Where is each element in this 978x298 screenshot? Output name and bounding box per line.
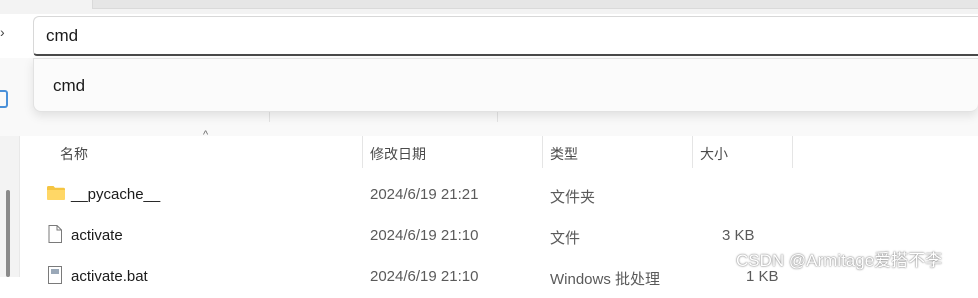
tab-strip	[92, 0, 978, 9]
address-input[interactable]	[46, 25, 946, 47]
column-header-label: 名称	[60, 146, 88, 162]
file-modified: 2024/6/19 21:10	[370, 227, 479, 244]
batch-file-icon	[48, 266, 62, 284]
column-header-name[interactable]: 名称	[52, 136, 362, 168]
file-size: 3 KB	[722, 227, 755, 244]
file-type: 文件夹	[550, 189, 596, 206]
column-header-label: 类型	[550, 146, 578, 162]
view-icon[interactable]	[0, 90, 8, 108]
file-icon	[48, 225, 62, 243]
folder-icon	[47, 186, 65, 200]
autocomplete-item[interactable]: cmd	[53, 76, 85, 96]
file-name: activate	[71, 227, 123, 244]
watermark: CSDN @Armitage爱搭不李	[736, 251, 943, 270]
navigation-pane	[0, 136, 20, 277]
autocomplete-dropdown: cmd	[33, 58, 978, 112]
nav-arrow-icon[interactable]: ›	[0, 24, 6, 40]
file-type: 文件	[550, 230, 581, 247]
column-header-label: 大小	[700, 146, 728, 162]
column-header-modified[interactable]: 修改日期	[362, 136, 542, 168]
file-type: Windows 批处理	[550, 271, 661, 288]
column-divider[interactable]	[792, 136, 793, 168]
column-header-size[interactable]: 大小	[692, 136, 792, 168]
file-modified: 2024/6/19 21:21	[370, 186, 479, 203]
file-row[interactable]: __pycache__ 2024/6/19 21:21 文件夹	[19, 174, 978, 216]
navigation-scrollbar[interactable]	[6, 190, 10, 277]
address-bar[interactable]	[33, 16, 978, 56]
file-name: __pycache__	[71, 186, 161, 203]
window-top-strip	[0, 0, 978, 14]
column-header-type[interactable]: 类型	[542, 136, 692, 168]
column-header-label: 修改日期	[370, 146, 426, 162]
